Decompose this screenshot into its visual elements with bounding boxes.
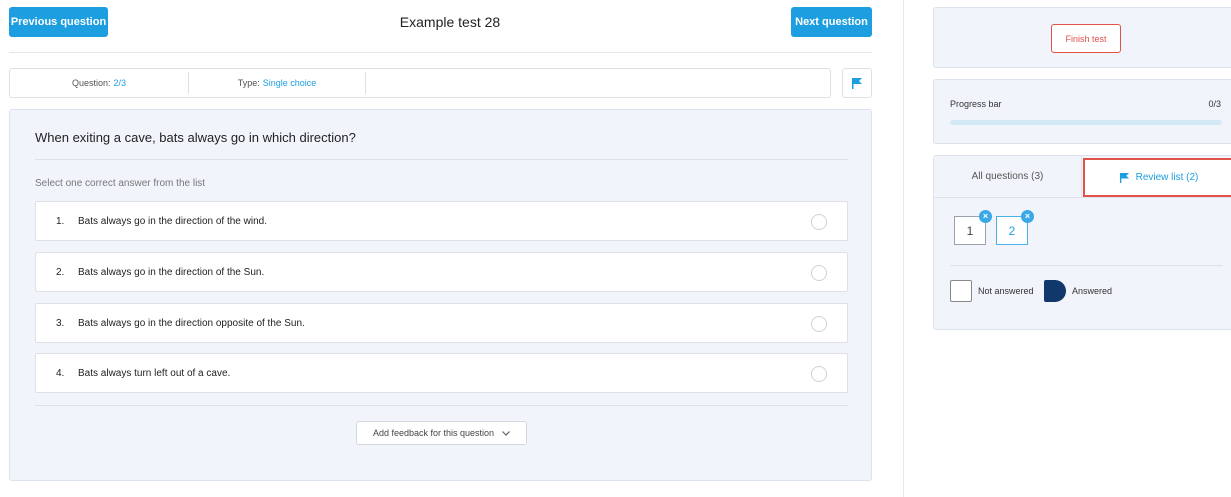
remove-from-review-icon[interactable]: ×	[1021, 210, 1034, 223]
question-number-label: Question:	[71, 78, 111, 88]
answer-text: Bats always go in the direction opposite…	[78, 317, 305, 329]
answer-radio[interactable]	[811, 265, 827, 281]
answer-option-1[interactable]: 1. Bats always go in the direction of th…	[35, 201, 848, 241]
answered-swatch	[1044, 280, 1066, 302]
answer-option-3[interactable]: 3. Bats always go in the direction oppos…	[35, 303, 848, 343]
remove-from-review-icon[interactable]: ×	[979, 210, 992, 223]
not-answered-swatch	[950, 280, 972, 302]
answer-text: Bats always turn left out of a cave.	[78, 367, 231, 379]
legend-divider	[950, 265, 1222, 266]
answer-radio[interactable]	[811, 366, 827, 382]
not-answered-label: Not answered	[978, 286, 1034, 296]
next-question-button[interactable]: Next question	[791, 7, 872, 37]
navigator-tabs: All questions (3) Review list (2)	[934, 156, 1231, 198]
review-question-number: 2	[1008, 223, 1016, 238]
answer-radio[interactable]	[811, 214, 827, 230]
answers-divider	[35, 405, 848, 406]
question-number: Question: 2/3	[10, 69, 188, 97]
finish-test-button[interactable]: Finish test	[1051, 24, 1121, 53]
answer-text: Bats always go in the direction of the w…	[78, 215, 267, 227]
page-title: Example test 28	[399, 14, 501, 30]
review-question-2[interactable]: 2 ×	[996, 210, 1034, 245]
answer-text: Bats always go in the direction of the S…	[78, 266, 265, 278]
tab-all-questions[interactable]: All questions (3)	[934, 156, 1082, 197]
review-question-1[interactable]: 1 ×	[954, 210, 992, 245]
answer-number: 1.	[56, 215, 65, 227]
vertical-divider	[903, 0, 904, 497]
progress-count: 0/3	[1208, 99, 1221, 109]
flag-icon	[1119, 172, 1129, 183]
add-feedback-button[interactable]: Add feedback for this question	[356, 421, 527, 445]
progress-panel: Progress bar 0/3	[933, 79, 1231, 144]
review-question-number: 1	[966, 223, 974, 238]
question-divider	[35, 159, 848, 160]
tab-review-list[interactable]: Review list (2)	[1083, 158, 1231, 197]
add-feedback-label: Add feedback for this question	[372, 428, 495, 438]
answer-number: 3.	[56, 317, 65, 329]
progress-label: Progress bar	[950, 99, 1002, 109]
progress-bar	[950, 120, 1222, 125]
question-type-value: Single choice	[262, 78, 317, 88]
finish-panel: Finish test	[933, 7, 1231, 68]
question-navigator: All questions (3) Review list (2) 1 × 2 …	[933, 155, 1231, 330]
question-instruction: Select one correct answer from the list	[35, 178, 206, 189]
question-type-label: Type:	[237, 78, 260, 88]
chevron-down-icon	[502, 428, 510, 438]
question-type: Type: Single choice	[189, 69, 365, 97]
question-number-value: 2/3	[113, 78, 127, 88]
flag-icon	[852, 77, 862, 89]
answer-option-2[interactable]: 2. Bats always go in the direction of th…	[35, 252, 848, 292]
question-text: When exiting a cave, bats always go in w…	[35, 130, 356, 145]
answer-radio[interactable]	[811, 316, 827, 332]
answer-option-4[interactable]: 4. Bats always turn left out of a cave.	[35, 353, 848, 393]
question-info-bar: Question: 2/3 Type: Single choice	[9, 68, 831, 98]
tab-review-list-label: Review list (2)	[1135, 172, 1199, 183]
header-divider	[9, 52, 872, 53]
question-panel: When exiting a cave, bats always go in w…	[9, 109, 872, 481]
answer-number: 4.	[56, 367, 65, 379]
answered-label: Answered	[1072, 286, 1113, 296]
answer-number: 2.	[56, 266, 65, 278]
previous-question-button[interactable]: Previous question	[9, 7, 108, 37]
flag-question-button[interactable]	[842, 68, 872, 98]
info-separator	[365, 72, 366, 94]
